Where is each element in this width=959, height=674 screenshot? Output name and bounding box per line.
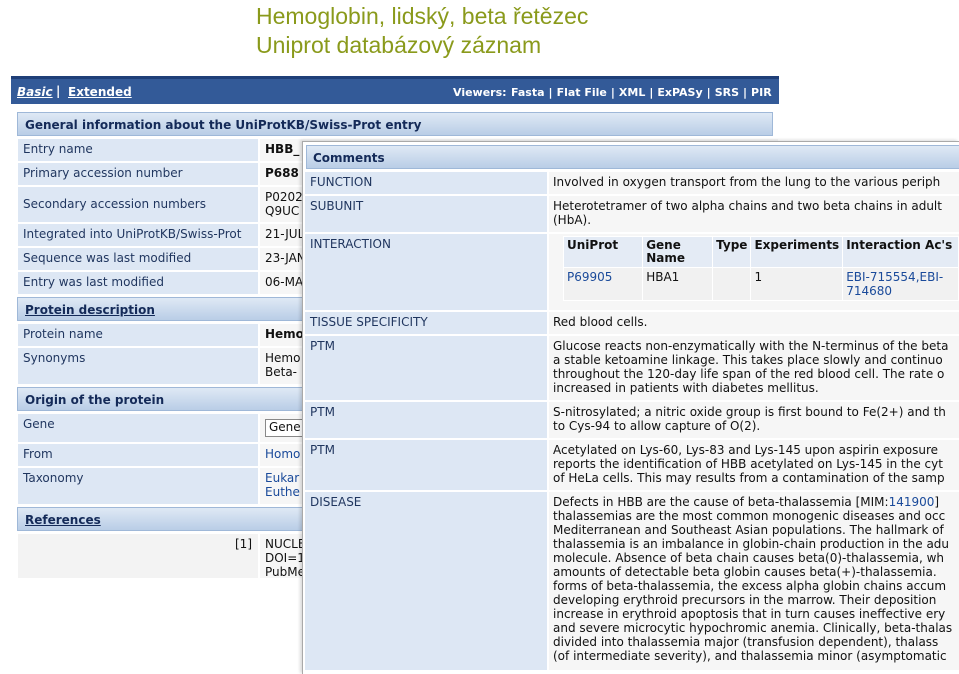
table-row: P69905 HBA1 1 EBI-715554,EBI- 714680 [562, 267, 959, 301]
viewers-label: Viewers: [453, 86, 507, 99]
col-experiments-header: Experiments [750, 236, 844, 268]
col-interaction-acs-header: Interaction Ac's [842, 236, 959, 268]
tissue-specificity-value: Red blood cells. [548, 311, 959, 335]
primary-accession-label: Primary accession number [17, 162, 259, 186]
general-info-heading: General information about the UniProtKB/… [17, 112, 773, 136]
view-navbar: Basic | Extended Viewers: Fasta | Flat Fil… [11, 76, 779, 104]
integrated-date-label: Integrated into UniProtKB/Swiss-Prot [17, 223, 259, 247]
viewer-flat-file-link[interactable]: Flat File [557, 86, 607, 99]
disease-value: Defects in HBB are the cause of beta-tha… [548, 491, 959, 671]
subunit-line-1: Heterotetramer of two alpha chains and t… [553, 199, 942, 213]
taxonomy-link-2[interactable]: Euthe [265, 485, 300, 499]
sequence-modified-label: Sequence was last modified [17, 247, 259, 271]
reference-number: [1] [17, 533, 259, 578]
ptm-acetylation-value: Acetylated on Lys-60, Lys-83 and Lys-145… [548, 439, 959, 491]
gene-dropdown[interactable]: Gene [265, 419, 305, 437]
basic-view-link[interactable]: Basic [17, 85, 53, 99]
gene-label: Gene [17, 413, 259, 443]
slide-title: Hemoglobin, lidský, beta řetězec Uniprot… [256, 2, 588, 60]
viewer-xml-link[interactable]: XML [619, 86, 645, 99]
ptm-glycation-label: PTM [304, 335, 548, 401]
ptm-acetylation-label: PTM [304, 439, 548, 491]
cell-gene: HBA1 [642, 267, 714, 301]
comments-heading: Comments [306, 145, 959, 169]
ptm-nitrosylation-label: PTM [304, 401, 548, 439]
taxonomy-label: Taxonomy [17, 467, 259, 505]
secondary-accession-label: Secondary accession numbers [17, 186, 259, 223]
col-type-header: Type [712, 236, 752, 268]
viewer-fasta-link[interactable]: Fasta [511, 86, 545, 99]
extended-view-link[interactable]: Extended [68, 85, 132, 99]
mim-link[interactable]: 141900 [889, 495, 935, 509]
function-value: Involved in oxygen transport from the lu… [548, 171, 959, 195]
ptm-glycation-value: Glucose reacts non-enzymatically with th… [548, 335, 959, 401]
col-gene-name-header: Gene Name [642, 236, 714, 268]
function-label: FUNCTION [304, 171, 548, 195]
protein-name-label: Protein name [17, 323, 259, 347]
cell-experiments: 1 [750, 267, 844, 301]
viewer-srs-link[interactable]: SRS [715, 86, 739, 99]
uniprot-p69905-link[interactable]: P69905 [567, 270, 612, 284]
references-link[interactable]: References [25, 513, 101, 527]
nav-separator: | [56, 84, 61, 98]
synonyms-label: Synonyms [17, 347, 259, 385]
col-uniprot-header: UniProt [562, 236, 644, 268]
subunit-value: Heterotetramer of two alpha chains and t… [548, 195, 959, 233]
cell-uniprot: P69905 [562, 267, 644, 301]
interaction-header-row: UniProt Gene Name Type Experiments Intera… [562, 236, 959, 268]
disease-line-1: Defects in HBB are the cause of beta-tha… [553, 495, 940, 509]
interaction-table: UniProt Gene Name Type Experiments Intera… [562, 236, 959, 301]
cell-interaction-acs: EBI-715554,EBI- 714680 [842, 267, 959, 301]
subunit-line-2: (HbA). [553, 213, 592, 227]
viewers-links: Fasta | Flat File | XML | ExPASy | SRS | PIR [511, 86, 772, 99]
entry-name-label: Entry name [17, 138, 259, 162]
slide-title-line-2: Uniprot databázový záznam [256, 32, 542, 58]
tissue-specificity-label: TISSUE SPECIFICITY [304, 311, 548, 335]
subunit-label: SUBUNIT [304, 195, 548, 233]
entry-modified-label: Entry was last modified [17, 271, 259, 295]
slide-title-line-1: Hemoglobin, lidský, beta řetězec [256, 3, 589, 29]
disease-label: DISEASE [304, 491, 548, 671]
ptm-nitrosylation-value: S-nitrosylated; a nitric oxide group is … [548, 401, 959, 439]
interaction-label: INTERACTION [304, 233, 548, 311]
species-link[interactable]: Homo [265, 447, 300, 461]
interaction-acs-link[interactable]: EBI-715554,EBI- 714680 [846, 270, 943, 298]
from-label: From [17, 443, 259, 467]
viewer-pir-link[interactable]: PIR [751, 86, 772, 99]
viewer-expasy-link[interactable]: ExPASy [657, 86, 702, 99]
comments-window: Comments FUNCTION Involved in oxygen tra… [302, 141, 959, 674]
protein-description-link[interactable]: Protein description [25, 303, 155, 317]
cell-type [712, 267, 752, 301]
taxonomy-link-1[interactable]: Eukar [265, 471, 299, 485]
